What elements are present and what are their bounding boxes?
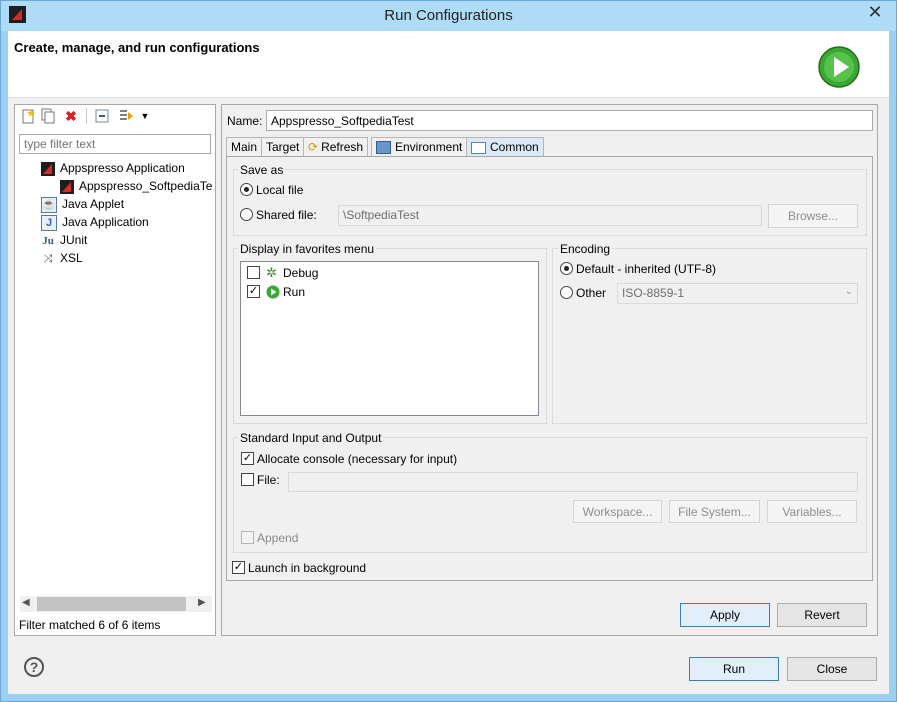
java-applet-icon: ☕ — [41, 196, 57, 213]
other-encoding-value: ISO-8859-1 — [622, 286, 685, 300]
file-checkbox[interactable] — [241, 473, 254, 486]
file-label: File: — [257, 473, 280, 487]
scroll-left-arrow-icon[interactable]: ◀ — [22, 597, 30, 608]
window-title: Run Configurations — [384, 7, 513, 24]
name-label: Name: — [227, 114, 263, 128]
tree-item-label: Appspresso_SoftpediaTe — [79, 179, 212, 193]
workspace-button[interactable]: Workspace... — [573, 500, 662, 523]
launch-background-label: Launch in background — [248, 561, 367, 575]
debug-bug-icon: ✲ — [266, 265, 277, 280]
toolbar-divider — [86, 108, 87, 124]
default-encoding-label: Default - inherited (UTF-8) — [576, 262, 717, 276]
filter-icon[interactable] — [118, 108, 134, 124]
allocate-console-label: Allocate console (necessary for input) — [257, 452, 458, 466]
tree-item-label: Java Application — [62, 215, 149, 229]
tab-label: Environment — [395, 140, 463, 154]
tree-item-label: Appspresso Application — [60, 161, 185, 175]
file-field[interactable] — [288, 472, 858, 492]
append-checkbox[interactable] — [241, 531, 254, 544]
xsl-icon: ⤨ — [43, 252, 53, 265]
local-file-label: Local file — [256, 183, 304, 197]
appspresso-icon — [60, 179, 74, 194]
environment-icon — [376, 141, 391, 155]
new-configuration-icon[interactable] — [20, 108, 36, 124]
delete-icon[interactable]: ✖ — [63, 108, 79, 124]
save-as-title: Save as — [238, 163, 286, 177]
common-icon — [471, 141, 486, 154]
tab-main[interactable]: Main — [226, 137, 263, 157]
run-large-icon — [818, 46, 860, 88]
apply-button[interactable]: Apply — [680, 603, 770, 627]
tree-item-java-applet[interactable]: ☕ Java Applet — [41, 195, 124, 213]
banner-title: Create, manage, and run configurations — [14, 40, 260, 55]
tab-label: Main — [231, 140, 258, 154]
variables-button[interactable]: Variables... — [767, 500, 857, 523]
run-button[interactable]: Run — [689, 657, 779, 681]
view-menu-chevron-down-icon[interactable]: ▼ — [137, 108, 153, 124]
shared-file-field[interactable]: \SoftpediaTest — [338, 205, 762, 226]
window-close-button[interactable]: ✕ — [860, 1, 890, 23]
java-application-icon: J — [41, 214, 57, 231]
name-input[interactable] — [266, 110, 873, 131]
tree-item-label: XSL — [60, 251, 83, 265]
default-encoding-radio[interactable] — [560, 262, 573, 275]
allocate-console-checkbox[interactable]: ✓ — [241, 452, 254, 465]
tab-common[interactable]: Common — [466, 137, 544, 157]
chevron-down-icon: ⌄ — [844, 286, 853, 297]
filter-input[interactable] — [19, 134, 211, 154]
launch-background-checkbox[interactable]: ✓ — [232, 561, 245, 574]
help-icon[interactable]: ? — [24, 657, 44, 677]
scroll-right-arrow-icon[interactable]: ▶ — [198, 597, 206, 608]
other-encoding-radio[interactable] — [560, 286, 573, 299]
append-label: Append — [257, 531, 299, 545]
other-encoding-label: Other — [576, 286, 607, 300]
tree-item-java-application[interactable]: J Java Application — [41, 213, 149, 231]
browse-button[interactable]: Browse... — [768, 204, 858, 228]
favorites-title: Display in favorites menu — [238, 242, 377, 256]
tree-item-appspresso-application[interactable]: Appspresso Application — [41, 159, 185, 177]
tab-refresh[interactable]: ⟳ Refresh — [303, 137, 369, 157]
shared-file-label: Shared file: — [256, 208, 317, 222]
tree-item-junit[interactable]: Ju JUnit — [41, 231, 87, 249]
other-encoding-select[interactable]: ISO-8859-1 ⌄ — [617, 283, 858, 304]
tree-item-xsl[interactable]: ⤨ XSL — [41, 249, 83, 267]
local-file-radio[interactable] — [240, 183, 253, 196]
tab-environment[interactable]: Environment — [371, 137, 468, 157]
tab-label: Common — [490, 140, 539, 154]
appspresso-icon — [41, 161, 55, 176]
tree-item-label: Java Applet — [62, 197, 125, 211]
collapse-all-icon[interactable] — [94, 108, 110, 124]
tab-target[interactable]: Target — [261, 137, 305, 157]
scrollbar-thumb[interactable] — [37, 597, 186, 611]
shared-file-radio[interactable] — [240, 208, 253, 221]
filter-status: Filter matched 6 of 6 items — [19, 618, 161, 632]
duplicate-icon[interactable] — [40, 108, 56, 124]
run-icon — [266, 285, 280, 299]
tree-item-appspresso-softpediatest[interactable]: Appspresso_SoftpediaTe — [60, 177, 212, 195]
refresh-icon: ⟳ — [308, 140, 319, 154]
run-checkbox[interactable]: ✓ — [247, 285, 260, 298]
tab-label: Target — [266, 140, 300, 154]
standard-io-title: Standard Input and Output — [238, 431, 384, 445]
close-button[interactable]: Close — [787, 657, 877, 681]
revert-button[interactable]: Revert — [777, 603, 867, 627]
tab-label: Refresh — [321, 140, 364, 154]
file-system-button[interactable]: File System... — [669, 500, 760, 523]
debug-checkbox[interactable] — [247, 266, 260, 279]
encoding-title: Encoding — [558, 242, 613, 256]
tree-item-label: JUnit — [60, 233, 88, 247]
run-label: Run — [283, 285, 306, 299]
junit-icon: Ju — [42, 234, 54, 247]
debug-label: Debug — [283, 266, 319, 280]
